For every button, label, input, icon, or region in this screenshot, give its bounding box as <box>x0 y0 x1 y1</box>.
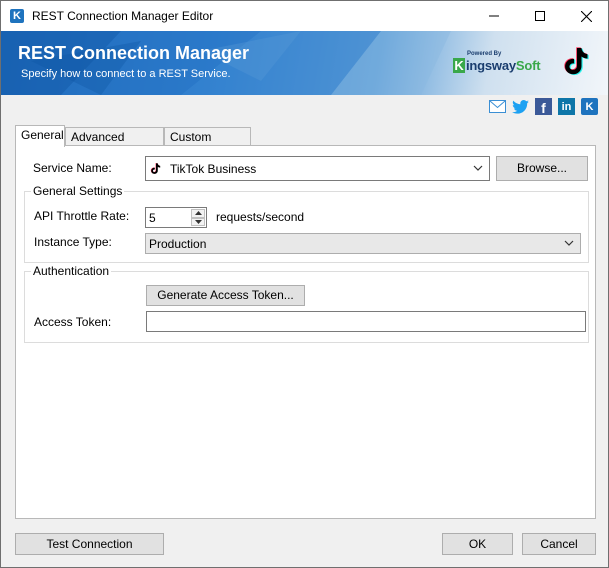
banner-subtitle: Specify how to connect to a REST Service… <box>21 68 231 80</box>
general-tab-panel: Service Name: TikTok Business Browse... … <box>15 145 596 519</box>
window-title: REST Connection Manager Editor <box>32 9 214 23</box>
generate-access-token-button[interactable]: Generate Access Token... <box>146 285 305 306</box>
browse-button[interactable]: Browse... <box>496 156 588 181</box>
ok-button[interactable]: OK <box>442 533 513 555</box>
kingsway-wordmark: KingswaySoft <box>453 58 541 73</box>
spin-down-button[interactable] <box>191 217 205 226</box>
maximize-button[interactable] <box>517 1 563 31</box>
throttle-rate-stepper[interactable]: 5 <box>145 207 207 228</box>
linkedin-letters: in <box>561 100 572 113</box>
email-glyph <box>489 100 506 113</box>
banner-title: REST Connection Manager <box>18 43 250 63</box>
maximize-icon <box>535 11 545 21</box>
throttle-spin-buttons[interactable] <box>191 209 205 226</box>
kingsway-letter: K <box>585 100 594 113</box>
test-connection-button[interactable]: Test Connection <box>15 533 164 555</box>
authentication-group: Authentication Generate Access Token... … <box>24 264 589 343</box>
chevron-down-icon <box>564 240 574 246</box>
editor-window: K REST Connection Manager Editor REST Co… <box>0 0 609 568</box>
tab-advanced-settings[interactable]: Advanced Settings <box>65 127 164 162</box>
tab-general[interactable]: General <box>15 125 65 147</box>
general-settings-title: General Settings <box>31 184 125 198</box>
minimize-icon <box>489 15 499 17</box>
twitter-glyph <box>512 99 529 114</box>
close-button[interactable] <box>563 1 609 31</box>
general-settings-group: General Settings API Throttle Rate: 5 re… <box>24 184 589 263</box>
service-name-value: TikTok Business <box>170 162 257 176</box>
throttle-unit-label: requests/second <box>216 210 305 224</box>
spin-down-icon <box>194 219 202 224</box>
instance-type-value: Production <box>149 237 207 251</box>
linkedin-icon[interactable]: in <box>558 98 575 115</box>
service-name-combo[interactable]: TikTok Business <box>145 156 490 181</box>
tab-custom-headers[interactable]: Custom Headers <box>164 127 251 162</box>
authentication-title: Authentication <box>31 264 112 278</box>
kingsway-logo: Powered By KingswaySoft <box>453 51 541 81</box>
email-icon[interactable] <box>489 98 506 115</box>
tiktok-small-icon <box>150 163 161 174</box>
social-links: f in K <box>489 98 598 116</box>
header-banner: REST Connection Manager Specify how to c… <box>1 31 608 95</box>
facebook-icon[interactable]: f <box>535 98 552 116</box>
kingsway-icon[interactable]: K <box>581 98 598 115</box>
throttle-rate-label: API Throttle Rate: <box>34 209 130 223</box>
throttle-rate-value: 5 <box>149 211 156 225</box>
tiktok-logo <box>564 47 589 76</box>
instance-type-select[interactable]: Production <box>145 233 581 254</box>
close-icon <box>580 10 592 22</box>
chevron-down-icon <box>473 165 483 171</box>
title-bar: K REST Connection Manager Editor <box>1 1 608 31</box>
kingsway-k-mark: K <box>453 58 465 73</box>
cancel-button[interactable]: Cancel <box>522 533 596 555</box>
app-icon: K <box>10 9 24 23</box>
instance-type-label: Instance Type: <box>34 235 112 249</box>
kingsway-soft-text: Soft <box>515 58 541 73</box>
access-token-input[interactable] <box>146 311 586 332</box>
kingsway-powered-text: Powered By <box>467 51 502 57</box>
facebook-letter: f <box>541 100 546 116</box>
twitter-icon[interactable] <box>512 98 529 115</box>
minimize-button[interactable] <box>471 1 517 31</box>
access-token-label: Access Token: <box>34 315 112 329</box>
spin-up-button[interactable] <box>191 209 205 218</box>
spin-up-icon <box>194 211 202 216</box>
service-name-label: Service Name: <box>33 161 112 175</box>
kingsway-ingsway-text: ingsway <box>466 58 516 73</box>
